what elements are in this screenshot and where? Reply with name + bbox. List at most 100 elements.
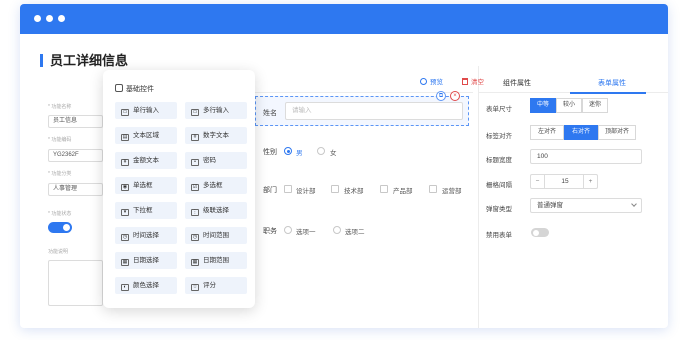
color-picker-icon: ◐ <box>121 284 129 291</box>
component-item[interactable]: ◷ 时间范围 <box>185 227 247 244</box>
radio-option-2[interactable] <box>333 226 341 234</box>
size-mini-button[interactable]: 迷你 <box>582 98 608 113</box>
title-bar <box>20 4 668 34</box>
checkbox-design[interactable] <box>284 185 292 193</box>
size-small-button[interactable]: 较小 <box>556 98 582 113</box>
gender-option-female[interactable]: 女 <box>330 147 337 157</box>
position-label: 职务 <box>263 228 277 235</box>
minus-icon[interactable]: − <box>531 175 545 188</box>
puzzle-icon <box>115 84 123 92</box>
component-item[interactable]: ▭ 多行输入 <box>185 102 247 119</box>
field-label: * 功能状态 <box>48 211 72 217</box>
preview-button[interactable]: 预览 <box>420 76 443 86</box>
radio-male[interactable] <box>284 147 292 155</box>
amount-text-icon: ¥ <box>121 159 129 166</box>
radio-option-1[interactable] <box>284 226 292 234</box>
grid-gap-value: 15 <box>561 178 569 185</box>
clear-button[interactable]: 清空 <box>462 76 484 86</box>
component-item[interactable]: ◐ 颜色选择 <box>115 277 177 294</box>
component-label: 单行输入 <box>133 107 159 114</box>
field-label: * 功能编码 <box>48 137 72 143</box>
component-item[interactable]: ☑ 多选框 <box>185 177 247 194</box>
field-label: * 功能分类 <box>48 171 72 177</box>
align-left-button[interactable]: 左对齐 <box>530 125 564 140</box>
form-size-label: 表单尺寸 <box>486 106 512 113</box>
size-medium-button[interactable]: 中等 <box>530 98 556 113</box>
component-label: 金额文本 <box>133 157 159 164</box>
component-label: 密码 <box>203 157 216 164</box>
component-item[interactable]: ◉ 单选框 <box>115 177 177 194</box>
time-picker-icon: ◷ <box>121 234 129 241</box>
component-item[interactable]: ▦ 日期范围 <box>185 252 247 269</box>
component-item[interactable]: ▭ 单行输入 <box>115 102 177 119</box>
component-label: 时间选择 <box>133 232 159 239</box>
active-tab-indicator <box>570 92 646 94</box>
dept-option-operations[interactable]: 运营部 <box>442 185 462 195</box>
component-item[interactable]: ▾ 下拉框 <box>115 202 177 219</box>
preview-label: 预览 <box>430 79 443 86</box>
component-label: 日期范围 <box>203 257 229 264</box>
component-label: 多行输入 <box>203 107 229 114</box>
function-category-select[interactable]: 人事管理 <box>48 183 103 196</box>
function-name-input[interactable]: 员工信息 <box>48 115 103 128</box>
component-label: 下拉框 <box>133 207 153 214</box>
field-label: * 功能名称 <box>48 104 72 110</box>
date-picker-icon: ▦ <box>121 259 129 266</box>
delete-icon[interactable]: × <box>450 91 460 101</box>
radio-female[interactable] <box>317 147 325 155</box>
component-item[interactable]: # 数字文本 <box>185 127 247 144</box>
grid-gap-stepper[interactable]: − 15 + <box>530 174 598 189</box>
function-code-input[interactable]: YG2362F <box>48 149 103 162</box>
component-label: 评分 <box>203 282 216 289</box>
component-label: 多选框 <box>203 182 223 189</box>
radio-icon: ◉ <box>121 184 129 191</box>
component-item[interactable]: ¥ 金额文本 <box>115 152 177 169</box>
checkbox-product[interactable] <box>380 185 388 193</box>
align-top-button[interactable]: 顶部对齐 <box>598 125 636 140</box>
dialog-type-label: 弹窗类型 <box>486 206 512 213</box>
disable-form-toggle[interactable] <box>531 228 549 237</box>
dept-option-design[interactable]: 设计部 <box>296 185 316 195</box>
window-dot-icon[interactable] <box>58 15 65 22</box>
component-item[interactable]: ▤ 文本区域 <box>115 127 177 144</box>
window-dot-icon[interactable] <box>34 15 41 22</box>
grid-gap-label: 栅格间隔 <box>486 182 512 189</box>
window-dot-icon[interactable] <box>46 15 53 22</box>
trash-icon <box>462 78 468 85</box>
copy-icon[interactable]: ⧉ <box>436 91 446 101</box>
position-option-2[interactable]: 选项二 <box>345 226 365 236</box>
department-label: 部门 <box>263 187 277 194</box>
label-width-label: 标题宽度 <box>486 157 512 164</box>
dialog-type-select[interactable]: 普通弹窗 <box>530 198 642 213</box>
number-text-icon: # <box>191 134 199 141</box>
component-item[interactable]: ◷ 时间选择 <box>115 227 177 244</box>
cascader-icon: ⋮ <box>191 209 199 216</box>
component-item[interactable]: • 密码 <box>185 152 247 169</box>
component-label: 日期选择 <box>133 257 159 264</box>
multi-line-input-icon: ▭ <box>191 109 199 116</box>
function-desc-textarea[interactable] <box>48 260 103 306</box>
function-status-toggle[interactable] <box>48 222 72 233</box>
field-label: 功能说明 <box>48 249 69 255</box>
preview-icon <box>420 78 427 85</box>
palette-header: 基础控件 <box>115 84 154 94</box>
time-range-icon: ◷ <box>191 234 199 241</box>
name-input[interactable]: 请输入 <box>285 102 463 120</box>
position-option-1[interactable]: 选项一 <box>296 226 316 236</box>
dept-option-tech[interactable]: 技术部 <box>344 185 364 195</box>
tab-form-props[interactable]: 表单属性 <box>598 78 626 88</box>
chevron-down-icon <box>631 201 637 207</box>
align-right-button[interactable]: 右对齐 <box>564 125 598 140</box>
plus-icon[interactable]: + <box>583 175 597 188</box>
label-width-input[interactable]: 100 <box>530 149 642 164</box>
name-label: 姓名 <box>263 110 277 117</box>
checkbox-tech[interactable] <box>331 185 339 193</box>
component-palette: 基础控件 ▭ 单行输入 ▭ 多行输入 ▤ 文本区域 # 数字文本 ¥ 金额文本 • 密码 ◉ 单选框 ☑ 多选… <box>103 70 255 308</box>
dept-option-product[interactable]: 产品部 <box>393 185 413 195</box>
checkbox-operations[interactable] <box>429 185 437 193</box>
component-item[interactable]: ☆ 评分 <box>185 277 247 294</box>
component-item[interactable]: ▦ 日期选择 <box>115 252 177 269</box>
gender-option-male[interactable]: 男 <box>296 147 303 157</box>
component-item[interactable]: ⋮ 级联选择 <box>185 202 247 219</box>
tab-component-props[interactable]: 组件属性 <box>503 78 531 88</box>
